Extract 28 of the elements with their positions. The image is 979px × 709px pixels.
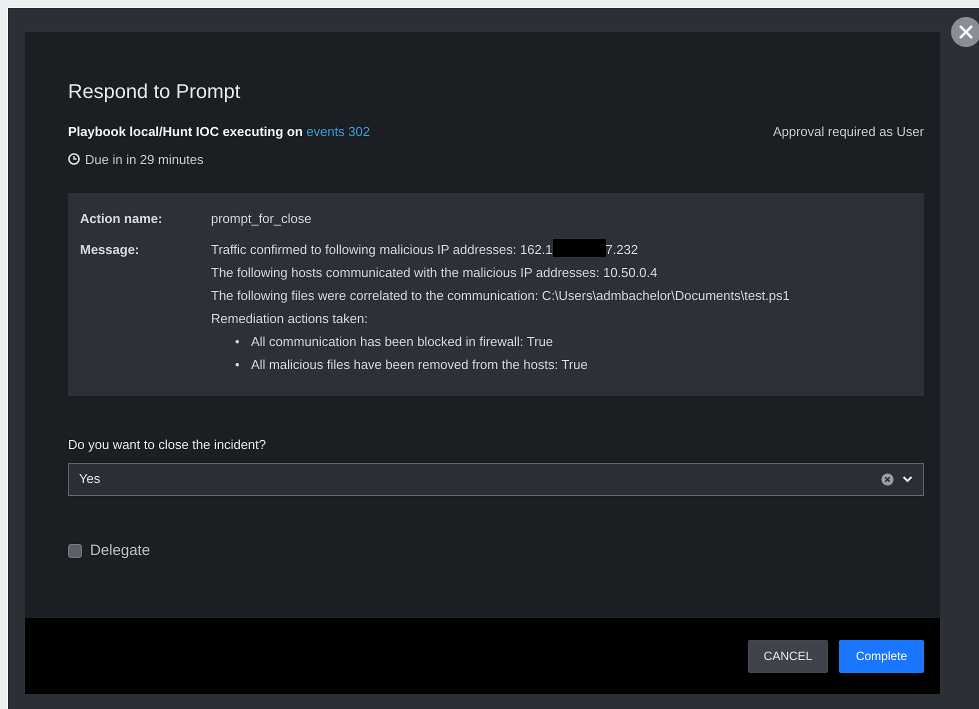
message-line: Traffic confirmed to following malicious IP addresses: 162.1: [211, 242, 553, 257]
message-line: 7.232: [606, 242, 638, 257]
clear-icon[interactable]: [881, 472, 894, 486]
delegate-label: Delegate: [90, 540, 150, 560]
detail-value: prompt_for_close: [211, 210, 312, 228]
approval-text: Approval required as User: [772, 123, 924, 141]
caret-icon[interactable]: [902, 475, 913, 483]
bullet-marker: •: [235, 356, 241, 374]
detail-label: Message:: [80, 241, 140, 259]
bullet-item: All communication has been blocked in firewall: True: [251, 333, 554, 351]
delegate-checkbox[interactable]: [68, 544, 82, 558]
complete-button[interactable]: Complete: [839, 640, 924, 672]
message-line: The following files were correlated to the communication: C:\Users\admbachelor\Documents\test.ps1: [211, 288, 790, 303]
detail-label: Action name:: [80, 210, 164, 228]
message-line: The following hosts communicated with the malicious IP addresses: 10.50.0.4: [211, 265, 658, 280]
close-icon[interactable]: [951, 17, 979, 47]
bullet-marker: •: [235, 333, 241, 351]
playbook-text: Playbook local/Hunt IOC executing on events 302: [68, 123, 370, 141]
clock-icon: [68, 153, 80, 166]
redaction-block: [552, 239, 606, 257]
cancel-button[interactable]: CANCEL: [748, 640, 828, 672]
due-text: Due in in 29 minutes: [85, 150, 204, 168]
answer-select[interactable]: Yes: [68, 462, 924, 496]
message-line: Remediation actions taken:: [211, 311, 368, 326]
question-label: Do you want to close the incident?: [68, 436, 268, 454]
modal-title: Respond to Prompt: [68, 80, 242, 104]
event-link[interactable]: events 302: [306, 124, 370, 139]
bullet-item: All malicious files have been removed from the hosts: True: [251, 356, 588, 374]
